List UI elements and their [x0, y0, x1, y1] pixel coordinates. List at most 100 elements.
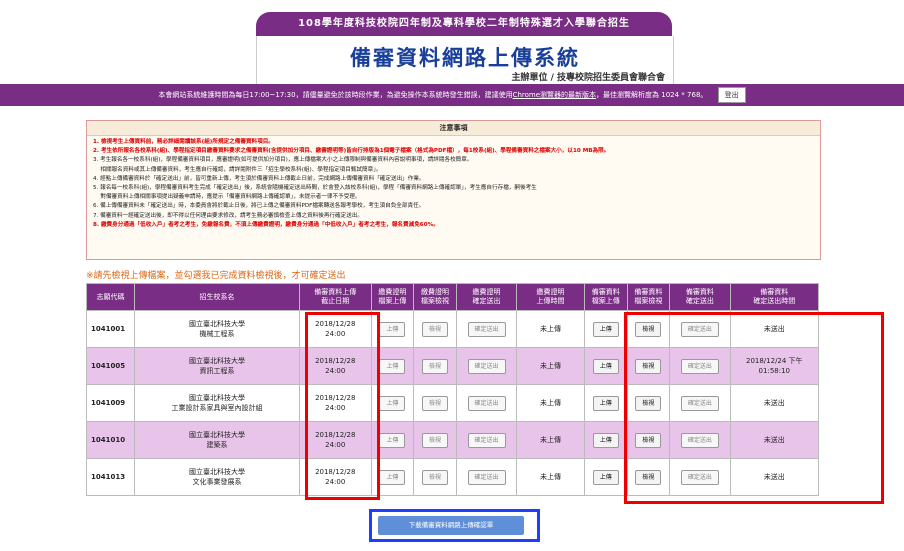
school-dept-cell: 國立臺北科技大學 資訊工程系: [134, 347, 300, 385]
fee-submit-button[interactable]: 確定送出: [467, 432, 506, 448]
fee-submit-button[interactable]: 確定送出: [467, 469, 506, 485]
note-item: 4. 經點上傳備審資料於「確定送出」前，皆可重新上傳，考生須於備審資料上傳截止日…: [93, 175, 425, 182]
doc-view-button[interactable]: 檢視: [635, 469, 662, 485]
deadline-date: 2018/12/28: [315, 394, 356, 402]
note-item: 2. 考生依所報名各校系科(組)、學程指定項目繳審資料要求之備審資料(含提供加分…: [93, 148, 610, 155]
deadline-cell: 2018/12/28 24:00: [298, 310, 372, 348]
column-header: 備審資料上傳 截止日期: [298, 283, 372, 311]
page-title: 備審資料網路上傳系統: [350, 46, 580, 70]
doc-submit-button[interactable]: 確定送出: [680, 358, 719, 374]
school-dept-cell: 國立臺北科技大學工業設計系家具與室內設計組: [134, 384, 300, 422]
doc-view-button[interactable]: 檢視: [635, 321, 662, 337]
school-name: 國立臺北科技大學: [189, 394, 246, 402]
dept-name: 資訊工程系: [199, 367, 235, 375]
note-item: 對備審資料上傳相關事項提出疑義申請時，應提示「備審資料網路上傳確認單」，未提示者…: [93, 194, 361, 201]
deadline-time: 24:00: [325, 478, 346, 486]
fee-submit-button[interactable]: 確定送出: [467, 321, 506, 337]
table-row: 1041013 國立臺北科技大學 文化事業發展系 2018/12/28 24:00 上傳檢…: [85, 458, 820, 496]
column-header: 備審資料 確定送出時間: [729, 283, 820, 311]
deadline-time: 24:00: [325, 441, 346, 449]
fee-upload-button[interactable]: 上傳: [379, 395, 406, 411]
doc-time-line1: 2018/12/24 下午: [745, 357, 803, 365]
note-item: 1. 檢視考生上傳資料前，務必詳細閱讀該系(組)所規定之備審資料項目。: [93, 139, 274, 145]
dept-name: 工業設計系家具與室內設計組: [171, 404, 263, 412]
column-header: 備審資料 確定送出: [669, 283, 731, 311]
doc-view-button[interactable]: 檢視: [635, 358, 662, 374]
deadline-cell: 2018/12/28 24:00: [298, 347, 372, 385]
fee-submit-button[interactable]: 確定送出: [467, 395, 506, 411]
doc-time-line1: 未送出: [763, 473, 785, 481]
deadline-date: 2018/12/28: [315, 320, 356, 328]
doc-upload-button[interactable]: 上傳: [592, 469, 619, 485]
doc-submit-time: 未送出: [729, 458, 820, 496]
fee-upload-time: 未上傳: [516, 458, 585, 496]
notice-text-after: ，最佳瀏覽解析度為 1024 * 768。: [596, 91, 708, 99]
doc-submit-time: 未送出: [729, 421, 820, 459]
table-body: 1041001 國立臺北科技大學 機械工程系 2018/12/28 24:00 上傳 檢視確…: [85, 310, 820, 496]
application-table: 志願代碼 招生校系名 備審資料上傳 截止日期 繳費證明 檔案上傳 繳費證明 檔案檢視 繳費…: [85, 283, 820, 496]
fee-upload-time: 未上傳: [516, 310, 585, 348]
fee-view-button[interactable]: 檢視: [422, 395, 449, 411]
column-header: 繳費證明 上傳時間: [516, 283, 585, 311]
apply-code: 1041010: [85, 421, 136, 459]
doc-upload-button[interactable]: 上傳: [592, 358, 619, 374]
download-confirmation-button[interactable]: 下載備審資料網路上傳確認單: [378, 516, 524, 535]
fee-view-button[interactable]: 檢視: [422, 469, 449, 485]
warning-text: ※請先檢視上傳檔案，並勾選我已完成資料檢視後，才可確定送出: [86, 271, 346, 281]
deadline-time: 24:00: [325, 367, 346, 375]
note-item: 5. 報名每一校系科(組)，學程備審資料考生完成「確定送出」後，系統會隨機確定送…: [93, 185, 537, 192]
logout-button[interactable]: 登出: [717, 87, 746, 103]
deadline-date: 2018/12/28: [315, 357, 356, 365]
note-item: 6. 備上傳備審資料未「確定送出」時，本委員會將於截止日後，將已上傳之備審資料P…: [93, 203, 425, 210]
column-header: 招生校系名: [134, 283, 300, 311]
school-name: 國立臺北科技大學: [189, 357, 246, 365]
doc-submit-button[interactable]: 確定送出: [680, 321, 719, 337]
school-name: 國立臺北科技大學: [189, 468, 246, 476]
doc-time-line1: 未送出: [763, 436, 785, 444]
doc-time-line1: 未送出: [763, 399, 785, 407]
deadline-time: 24:00: [325, 330, 346, 338]
doc-submit-button[interactable]: 確定送出: [680, 469, 719, 485]
fee-upload-button[interactable]: 上傳: [379, 321, 406, 337]
table-header-row: 志願代碼 招生校系名 備審資料上傳 截止日期 繳費證明 檔案上傳 繳費證明 檔案檢視 繳費…: [85, 283, 820, 311]
note-item: 3. 考生報名各一校系科(組)，學程備審資料項目，應審證明(如可提供加分項目)，…: [93, 157, 473, 164]
apply-code: 1041001: [85, 310, 136, 348]
fee-view-button[interactable]: 檢視: [422, 358, 449, 374]
table-row: 1041009 國立臺北科技大學 工業設計系家具與室內設計組 2018/12/28 24…: [85, 384, 820, 422]
doc-upload-button[interactable]: 上傳: [592, 321, 619, 337]
column-header: 備審資料 檔案上傳: [583, 283, 628, 311]
table-row: 1041001 國立臺北科技大學 機械工程系 2018/12/28 24:00 上傳 檢視確…: [85, 310, 820, 348]
fee-upload-button[interactable]: 上傳: [379, 358, 406, 374]
deadline-date: 2018/12/28: [315, 468, 356, 476]
notice-text-before: 本會網站系統維護時間為每日17:00~17:30，請儘量避免於該時段作業，為避免…: [158, 91, 513, 99]
note-item: 相關報名資料或其上傳備審資料，考生應自行確認，請詳閱附件三「招生學校系科(組)、…: [93, 166, 382, 173]
fee-upload-time: 未上傳: [516, 421, 585, 459]
doc-view-button[interactable]: 檢視: [635, 432, 662, 448]
doc-upload-button[interactable]: 上傳: [592, 432, 619, 448]
column-header: 志願代碼: [85, 283, 136, 311]
column-header: 備審資料 檔案檢視: [626, 283, 671, 311]
fee-upload-button[interactable]: 上傳: [379, 432, 406, 448]
doc-submit-button[interactable]: 確定送出: [680, 432, 719, 448]
table-row: 1041010 國立臺北科技大學 建築系 2018/12/28 24:00 上傳 檢視 確定送…: [85, 421, 820, 459]
fee-view-button[interactable]: 檢視: [422, 432, 449, 448]
fee-submit-button[interactable]: 確定送出: [467, 358, 506, 374]
doc-view-button[interactable]: 檢視: [635, 395, 662, 411]
school-dept-cell: 國立臺北科技大學 機械工程系: [134, 310, 300, 348]
fee-upload-time: 未上傳: [516, 384, 585, 422]
column-header: 繳費證明 確定送出: [455, 283, 518, 311]
notice-bar: 本會網站系統維護時間為每日17:00~17:30，請儘量避免於該時段作業，為避免…: [0, 84, 904, 106]
school-name: 國立臺北科技大學: [189, 320, 246, 328]
deadline-date: 2018/12/28: [315, 431, 356, 439]
note-item: 7. 備審資料一經確定送出後，即不得以任何理由要求修改，請考生務必審慎檢查上傳之…: [93, 212, 364, 219]
doc-upload-button[interactable]: 上傳: [592, 395, 619, 411]
apply-code: 1041009: [85, 384, 136, 422]
note-item: 8. 繳費身分通過「低收入戶」者考之考生，免繳報名費，不須上傳繳費證明，繳費身分…: [93, 221, 439, 228]
fee-upload-button[interactable]: 上傳: [379, 469, 406, 485]
school-name: 國立臺北科技大學: [189, 431, 246, 439]
deadline-time: 24:00: [325, 404, 346, 412]
notes-list: 1. 檢視考生上傳資料前，務必詳細閱讀該系(組)所規定之備審資料項目。 2. 考生…: [87, 138, 820, 230]
chrome-link[interactable]: Chrome瀏覽器的最新版本: [513, 91, 596, 99]
fee-view-button[interactable]: 檢視: [422, 321, 449, 337]
doc-submit-button[interactable]: 確定送出: [680, 395, 719, 411]
